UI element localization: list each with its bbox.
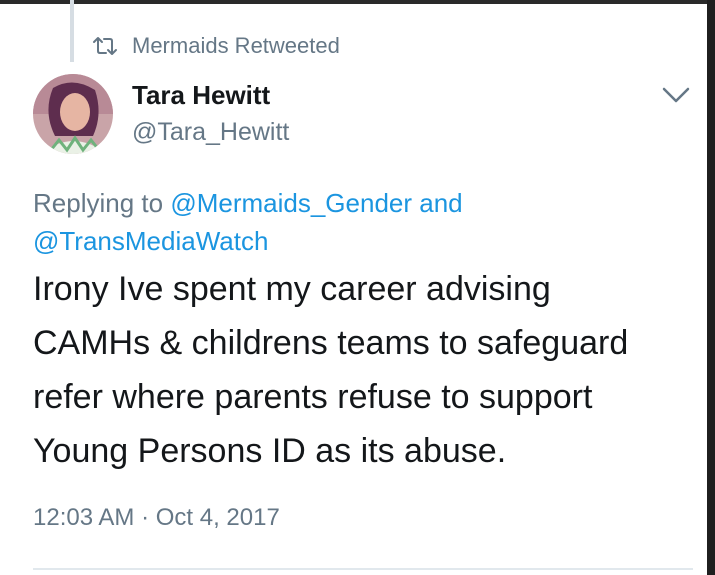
tweet-text-line: refer where parents refuse to support [33, 378, 593, 416]
tweet-timestamp[interactable]: 12:03 AM · Oct 4, 2017 [33, 504, 280, 532]
replying-to: Replying to @Mermaids_Gender and @TransM… [33, 184, 693, 260]
tweet-text: Irony Ive spent my career advising CAMHs… [33, 262, 698, 478]
tweet-text-line: Irony Ive spent my career advising [33, 270, 551, 308]
replying-to-label: Replying to [33, 188, 164, 218]
mention-link[interactable]: @Mermaids_Gender [170, 188, 412, 218]
tweet-card: Mermaids Retweeted Tara Hewitt @Tara_Hew… [0, 0, 707, 575]
tweet-text-line: CAMHs & childrens teams to safeguard [33, 324, 629, 362]
chevron-down-icon[interactable] [660, 84, 692, 106]
thread-line [70, 0, 74, 62]
top-edge [0, 0, 707, 4]
avatar[interactable] [33, 74, 113, 154]
replying-to-joiner: and [419, 188, 463, 218]
right-edge [707, 0, 715, 575]
mention-link[interactable]: @TransMediaWatch [33, 226, 268, 256]
retweet-icon [93, 37, 117, 55]
divider [33, 568, 693, 570]
tweet-text-line: Young Persons ID as its abuse. [33, 432, 507, 470]
author-name[interactable]: Tara Hewitt [132, 80, 270, 111]
retweet-context[interactable]: Mermaids Retweeted [92, 32, 340, 60]
avatar-image [33, 74, 113, 154]
author-handle[interactable]: @Tara_Hewitt [132, 118, 289, 147]
retweet-label: Mermaids Retweeted [132, 33, 340, 58]
